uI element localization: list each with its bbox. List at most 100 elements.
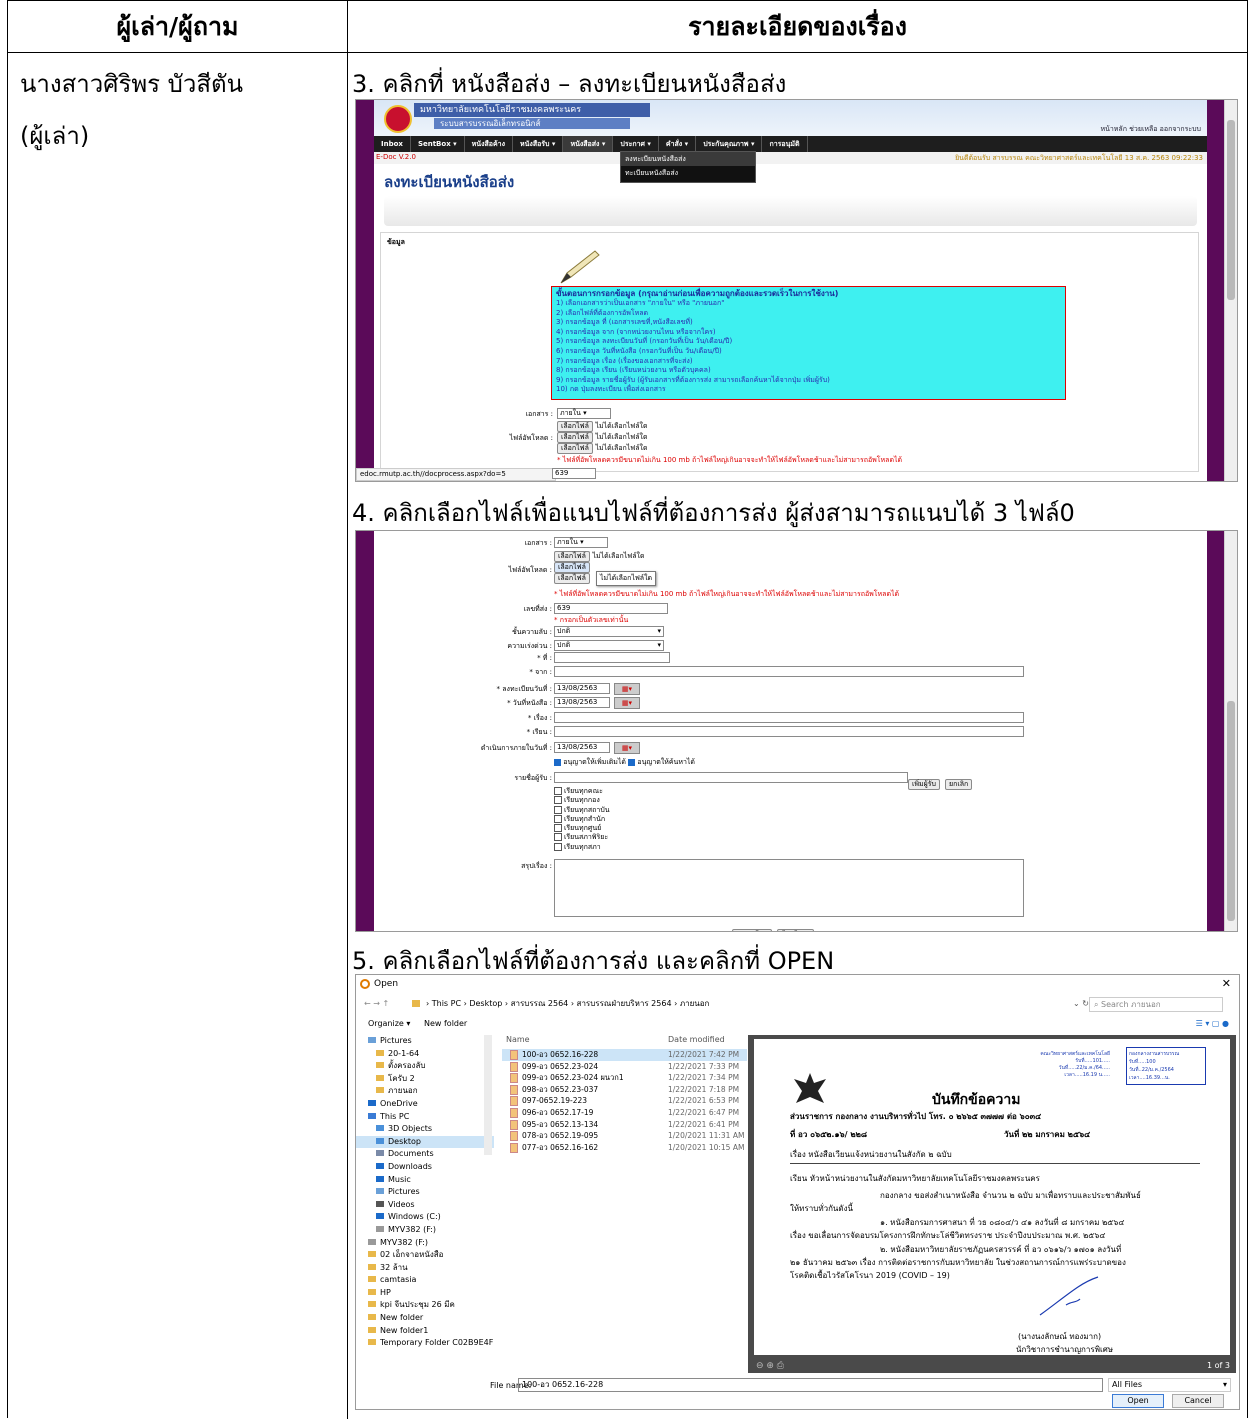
urgent-select[interactable]: ปกติ ▾	[554, 640, 664, 651]
menu-item[interactable]: คำสั่ง ▾	[659, 136, 697, 152]
number-input-partial[interactable]: 639	[552, 468, 596, 479]
close-icon[interactable]: ✕	[1222, 975, 1231, 993]
choose-file-button-1[interactable]: เลือกไฟล์	[557, 421, 593, 432]
filename-input[interactable]: 100-อว 0652.16-228	[518, 1378, 1103, 1392]
file-row[interactable]: 099-อว 0652.23-024 ผนวก1 1/22/2021 7:34 P…	[502, 1072, 747, 1084]
nav-arrows-icon[interactable]: ← → ↑	[364, 993, 389, 1015]
recipient-group-checkbox[interactable]: เรียนทุกศูนย์	[554, 824, 610, 833]
menu-item[interactable]: ประกันคุณภาพ ▾	[696, 136, 763, 152]
recipients-input[interactable]	[554, 772, 908, 783]
refresh-icon[interactable]: ⌄ ↻	[1073, 993, 1089, 1015]
file-row[interactable]: 097-0652.19-223 1/22/2021 6:53 PM	[502, 1095, 747, 1107]
nav-item[interactable]: Temporary Folder C02B9E4F	[356, 1337, 494, 1350]
choose-file-button-1[interactable]: เลือกไฟล์	[554, 551, 590, 562]
calendar-icon[interactable]: ▦▾	[614, 742, 640, 754]
nav-item[interactable]: 20-1-64	[356, 1048, 494, 1061]
submit-button[interactable]: ลงทะเบียน	[732, 929, 772, 931]
nav-item[interactable]: Windows (C:)	[356, 1211, 494, 1224]
nav-item[interactable]: MYV382 (F:)	[356, 1237, 494, 1250]
nav-item[interactable]: Downloads	[356, 1161, 494, 1174]
recipient-group-checkbox[interactable]: เรียนทุกสำนัก	[554, 814, 610, 824]
choose-file-button-3[interactable]: เลือกไฟล์	[557, 443, 593, 454]
nav-scrollbar[interactable]	[484, 1035, 492, 1155]
menu-item[interactable]: หนังสือค้าง	[465, 136, 513, 152]
column-date[interactable]: Date modified	[668, 1035, 725, 1044]
nav-item[interactable]: New folder	[356, 1312, 494, 1325]
recipient-group-checkbox[interactable]: เรียนทุกสภา	[554, 842, 610, 852]
at-input[interactable]	[554, 652, 670, 663]
nav-item[interactable]: 3D Objects	[356, 1123, 494, 1136]
view-options-icon[interactable]: ☰ ▾ ▢ ●	[1196, 1015, 1229, 1033]
recipient-group-checkbox[interactable]: เรียนทุกคณะ	[554, 787, 610, 796]
pdf-toolbar-icons[interactable]: ⊖ ⊕ ⎙	[756, 1361, 784, 1371]
nav-item[interactable]: camtasia	[356, 1274, 494, 1287]
file-type-select[interactable]: All Files ▾	[1108, 1378, 1231, 1392]
menu-item[interactable]: Inbox	[374, 136, 411, 152]
organize-button[interactable]: Organize ▾	[368, 1015, 410, 1033]
subject-input[interactable]	[554, 712, 1024, 723]
nav-item[interactable]: Videos	[356, 1199, 494, 1212]
calendar-icon[interactable]: ▦▾	[614, 683, 640, 695]
choose-file-button-2[interactable]: เลือกไฟล์	[554, 562, 590, 573]
menu-item[interactable]: SentBox ▾	[411, 136, 465, 152]
nav-item[interactable]: Documents	[356, 1148, 494, 1161]
nav-item[interactable]: Music	[356, 1174, 494, 1187]
open-button[interactable]: Open	[1112, 1394, 1164, 1408]
file-row[interactable]: 099-อว 0652.23-024 1/22/2021 7:33 PM	[502, 1061, 747, 1073]
file-row[interactable]: 095-อว 0652.13-134 1/22/2021 6:41 PM	[502, 1119, 747, 1131]
scrollbar[interactable]	[1224, 531, 1237, 931]
regdate-input[interactable]: 13/08/2563	[554, 683, 610, 694]
address-bar[interactable]: › This PC › Desktop › สารบรรณ 2564 › สาร…	[426, 993, 709, 1015]
nav-item[interactable]: ภายนอก	[356, 1085, 494, 1098]
menu-item[interactable]: ประกาศ ▾	[613, 136, 659, 152]
cancel-button[interactable]: Cancel	[1172, 1394, 1224, 1408]
new-folder-button[interactable]: New folder	[424, 1015, 467, 1033]
nav-item[interactable]: New folder1	[356, 1325, 494, 1338]
doc-select[interactable]: ภายใน ▾	[554, 537, 608, 548]
due-input[interactable]: 13/08/2563	[554, 742, 610, 753]
nav-item[interactable]: MYV382 (F:)	[356, 1224, 494, 1237]
menu-item[interactable]: การอนุมัติ	[762, 136, 808, 152]
folder-icon	[376, 1074, 384, 1081]
nav-item[interactable]: ตั้งครองลับ	[356, 1060, 494, 1073]
docdate-input[interactable]: 13/08/2563	[554, 697, 610, 708]
permission-checkboxes[interactable]: อนุญาตให้เพิ่มเติมได้ อนุญาตให้ค้นหาได้	[554, 757, 695, 768]
from-input[interactable]	[554, 666, 1024, 677]
nav-item[interactable]: 32 ล้าน	[356, 1262, 494, 1275]
menu-item[interactable]: หนังสือรับ ▾	[513, 136, 564, 152]
menu-item[interactable]: หนังสือส่ง ▾	[563, 136, 614, 152]
file-row[interactable]: 098-อว 0652.23-037 1/22/2021 7:18 PM	[502, 1084, 747, 1096]
scrollbar[interactable]	[1224, 100, 1237, 481]
nav-item[interactable]: โครับ 2	[356, 1073, 494, 1086]
file-row[interactable]: 100-อว 0652.16-228 1/22/2021 7:42 PM	[502, 1049, 747, 1061]
file-row[interactable]: 077-อว 0652.16-162 1/20/2021 10:15 AM	[502, 1142, 747, 1154]
menu-item-send-registry[interactable]: ทะเบียนหนังสือส่ง	[621, 166, 755, 180]
nav-item[interactable]: Pictures	[356, 1186, 494, 1199]
secret-select[interactable]: ปกติ ▾	[554, 626, 664, 637]
menu-item-register-send[interactable]: ลงทะเบียนหนังสือส่ง	[621, 152, 755, 166]
add-recipient-button[interactable]: เพิ่มผู้รับ	[908, 779, 940, 790]
clear-button[interactable]: ล้างข้อมูล	[776, 929, 815, 931]
file-row[interactable]: 096-อว 0652.17-19 1/22/2021 6:47 PM	[502, 1107, 747, 1119]
nav-item[interactable]: This PC	[356, 1111, 494, 1124]
top-links[interactable]: หน้าหลัก ช่วยเหลือ ออกจากระบบ	[1100, 124, 1201, 135]
summary-textarea[interactable]	[554, 859, 1024, 917]
recipient-group-checkbox[interactable]: เรียนทุกกอง	[554, 796, 610, 805]
nav-item[interactable]: Pictures	[356, 1035, 494, 1048]
nav-item[interactable]: OneDrive	[356, 1098, 494, 1111]
nav-item[interactable]: kpi จีนประชุม 26 มีค	[356, 1299, 494, 1312]
recipient-group-checkbox[interactable]: เรียนทุกสถาบัน	[554, 805, 610, 815]
choose-file-button-3[interactable]: เลือกไฟล์	[554, 573, 590, 584]
file-row[interactable]: 078-อว 0652.19-095 1/20/2021 11:31 AM	[502, 1130, 747, 1142]
to-input[interactable]	[554, 726, 1024, 737]
recipient-group-checkbox[interactable]: เรียนสภาพิริยะ	[554, 833, 610, 842]
nav-item[interactable]: Desktop	[356, 1135, 494, 1149]
doc-select[interactable]: ภายใน ▾	[557, 408, 611, 419]
calendar-icon[interactable]: ▦▾	[614, 697, 640, 709]
number-input[interactable]: 639	[554, 603, 668, 614]
nav-item[interactable]: 02 เอ็กจาอหนังสือ	[356, 1249, 494, 1262]
cancel-recipient-button[interactable]: ยกเลิก	[945, 779, 973, 790]
nav-item[interactable]: HP	[356, 1287, 494, 1300]
column-name[interactable]: Name	[506, 1035, 530, 1044]
choose-file-button-2[interactable]: เลือกไฟล์	[557, 432, 593, 443]
